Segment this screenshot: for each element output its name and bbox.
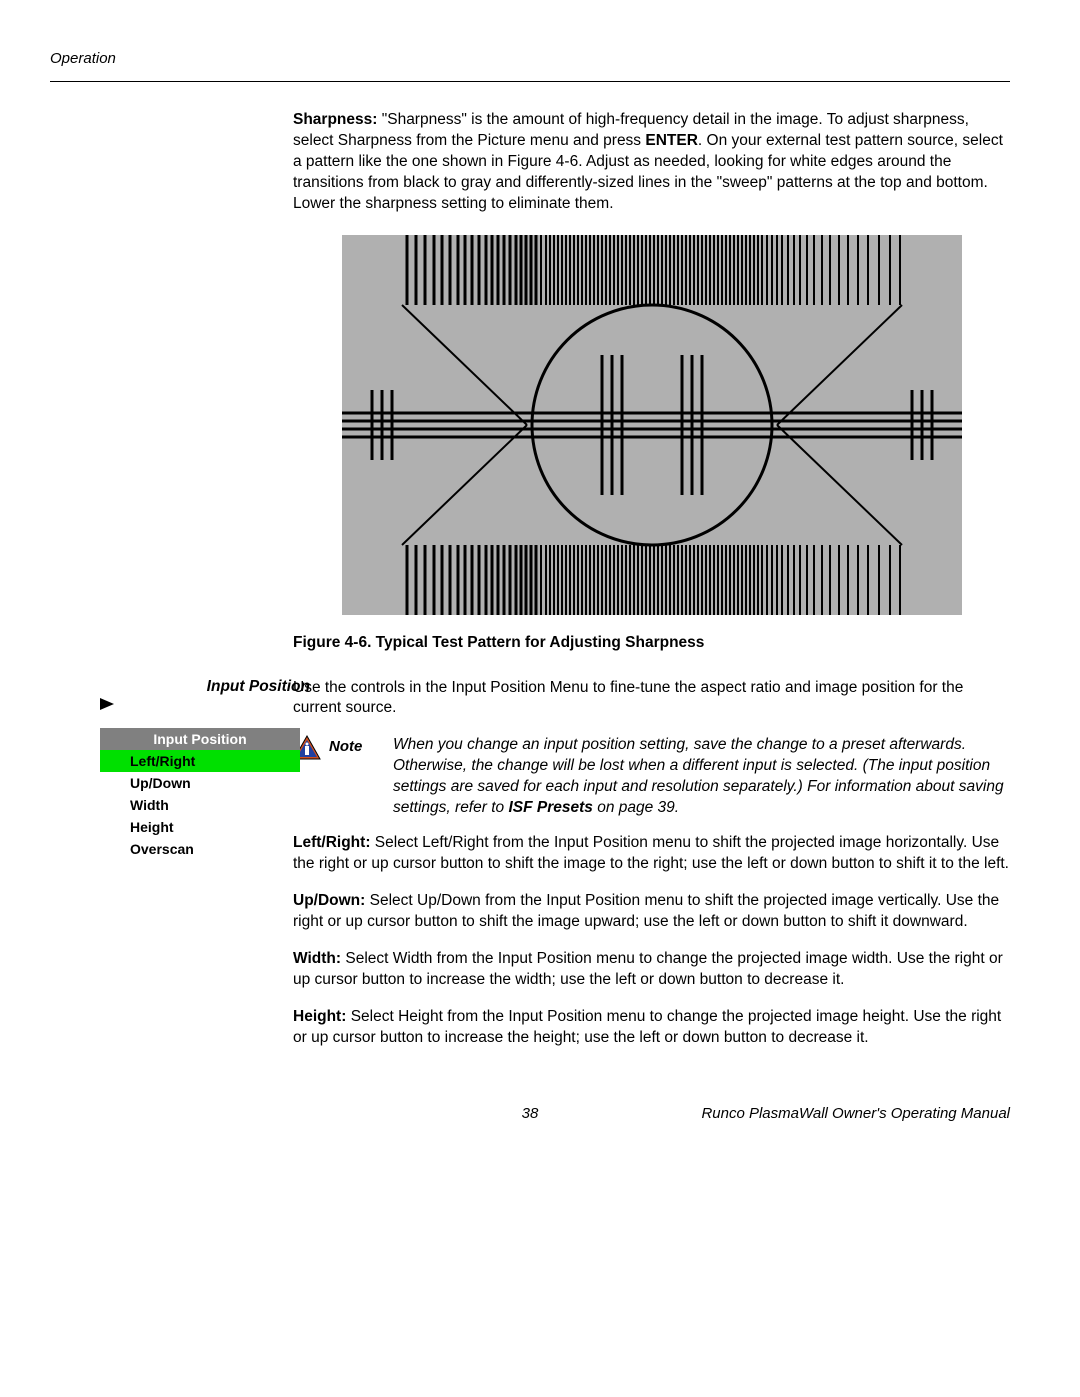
height-text: Select Height from the Input Position me… (293, 1008, 1001, 1046)
note-block: Note When you change an input position s… (293, 735, 1010, 819)
arrow-right-icon (100, 698, 114, 710)
menu-item: Up/Down (100, 772, 300, 794)
sharpness-test-pattern-svg (342, 235, 962, 615)
test-pattern-figure (293, 235, 1010, 615)
manual-title-footer: Runco PlasmaWall Owner's Operating Manua… (690, 1104, 1010, 1124)
note-text: When you change an input position settin… (393, 735, 1010, 819)
height-label: Height: (293, 1008, 346, 1025)
menu-title: Input Position (100, 728, 300, 750)
input-position-menu: Input Position Left/Right Up/Down Width … (100, 728, 300, 860)
menu-item: Width (100, 794, 300, 816)
figure-caption: Figure 4-6. Typical Test Pattern for Adj… (293, 633, 1010, 654)
menu-item: Overscan (100, 838, 300, 860)
left-right-text: Select Left/Right from the Input Positio… (293, 834, 1009, 872)
horizontal-rule (50, 81, 1010, 82)
enter-key: ENTER (645, 132, 698, 149)
sharpness-paragraph: Sharpness: "Sharpness" is the amount of … (293, 110, 1010, 215)
page-number: 38 (370, 1104, 690, 1124)
section-header: Operation (50, 50, 1010, 67)
side-title-row: Input Position (100, 678, 330, 714)
sharpness-label: Sharpness: (293, 111, 377, 128)
isf-presets-ref: ISF Presets (508, 799, 592, 816)
menu-item: Height (100, 816, 300, 838)
width-paragraph: Width: Select Width from the Input Posit… (293, 949, 1010, 991)
width-text: Select Width from the Input Position men… (293, 950, 1003, 988)
note-label: Note (329, 737, 362, 757)
height-paragraph: Height: Select Height from the Input Pos… (293, 1007, 1010, 1049)
input-position-intro: Use the controls in the Input Position M… (293, 678, 1010, 720)
up-down-label: Up/Down: (293, 892, 365, 909)
menu-item-selected: Left/Right (100, 750, 300, 772)
up-down-paragraph: Up/Down: Select Up/Down from the Input P… (293, 891, 1010, 933)
up-down-text: Select Up/Down from the Input Position m… (293, 892, 999, 930)
width-label: Width: (293, 950, 341, 967)
input-position-side-title: Input Position (100, 678, 318, 696)
left-right-paragraph: Left/Right: Select Left/Right from the I… (293, 833, 1010, 875)
